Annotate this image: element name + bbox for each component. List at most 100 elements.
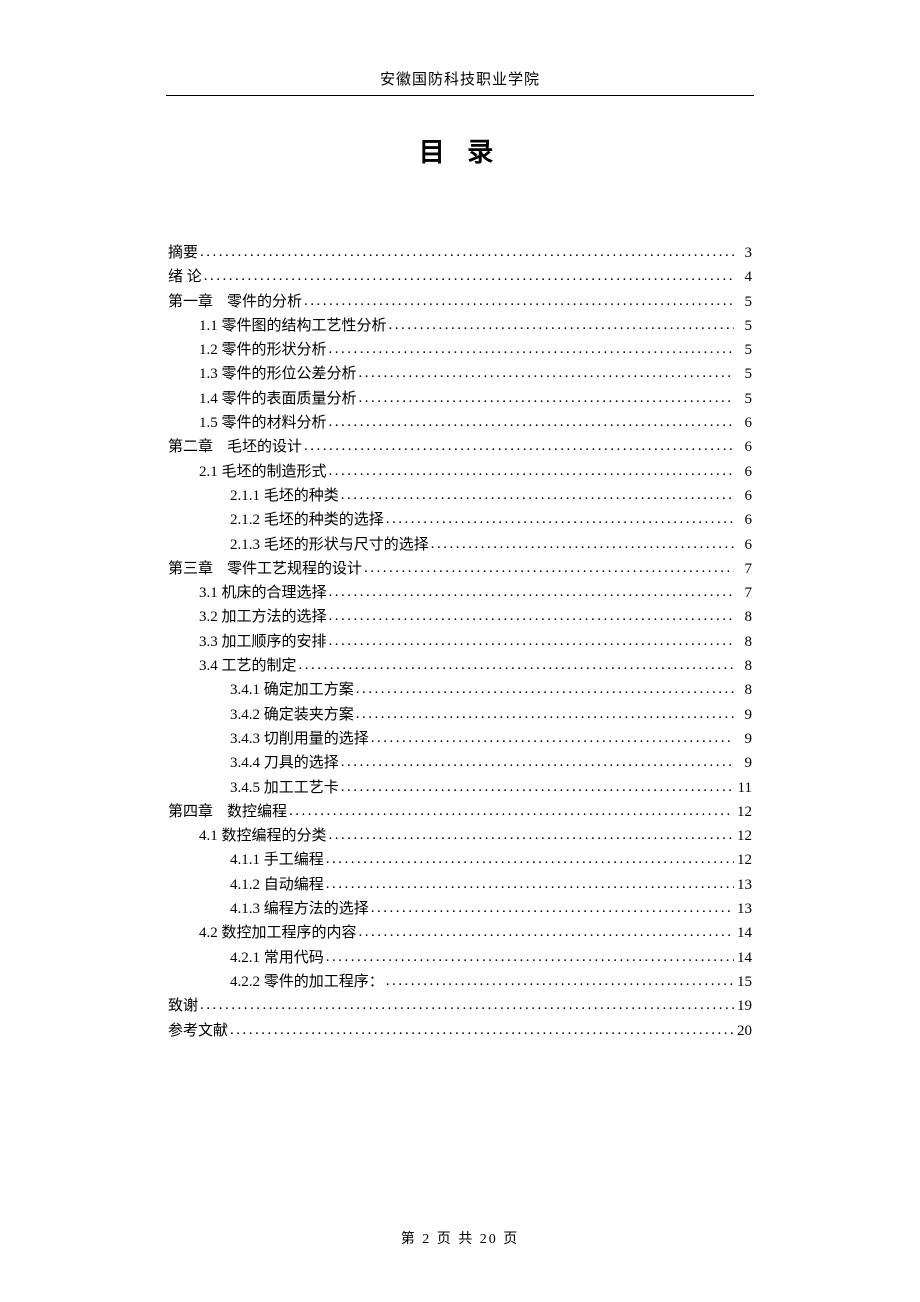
toc-entry: 4.1.2 自动编程 13 — [168, 873, 752, 897]
toc-page-number: 6 — [734, 460, 752, 484]
toc-entry: 4.1.1 手工编程 12 — [168, 848, 752, 872]
toc-page-number: 8 — [734, 605, 752, 629]
toc-entry: 2.1.2 毛坯的种类的选择 6 — [168, 508, 752, 532]
toc-leader-dots — [339, 483, 734, 507]
toc-entry: 1.2 零件的形状分析 5 — [168, 338, 752, 362]
toc-entry: 2.1.3 毛坯的形状与尺寸的选择6 — [168, 533, 752, 557]
toc-label: 3.3 加工顺序的安排 — [199, 630, 327, 654]
toc-entry: 4.1 数控编程的分类12 — [168, 824, 752, 848]
toc-label: 4.2.2 零件的加工程序： — [230, 970, 384, 994]
toc-entry: 2.1.1 毛坯的种类 6 — [168, 484, 752, 508]
toc-leader-dots — [357, 920, 734, 944]
toc-leader-dots — [327, 580, 734, 604]
toc-label: 1.3 零件的形位公差分析 — [199, 362, 357, 386]
toc-leader-dots — [369, 726, 734, 750]
toc-label: 3.4.3 切削用量的选择 — [230, 727, 369, 751]
toc-label: 摘要 — [168, 241, 198, 265]
toc-entry: 3.4.4 刀具的选择9 — [168, 751, 752, 775]
toc-page-number: 20 — [734, 1019, 752, 1043]
toc-leader-dots — [198, 240, 734, 264]
toc-label: 2.1.2 毛坯的种类的选择 — [230, 508, 384, 532]
toc-entry: 3.3 加工顺序的安排 8 — [168, 630, 752, 654]
toc-page-number: 11 — [734, 776, 752, 800]
toc-entry: 3.1 机床的合理选择7 — [168, 581, 752, 605]
toc-leader-dots — [324, 872, 734, 896]
table-of-contents: 摘要3绪 论4第一章零件的分析51.1 零件图的结构工艺性分析51.2 零件的形… — [168, 241, 752, 1043]
toc-leader-dots — [357, 361, 734, 385]
toc-label: 4.1.1 手工编程 — [230, 848, 324, 872]
toc-leader-dots — [327, 823, 734, 847]
toc-entry: 第四章数控编程 12 — [168, 800, 752, 824]
toc-entry: 绪 论4 — [168, 265, 752, 289]
toc-page-number: 4 — [734, 265, 752, 289]
toc-chapter-title: 毛坯的设计 — [227, 435, 302, 459]
toc-leader-dots — [384, 969, 734, 993]
toc-label: 1.5 零件的材料分析 — [199, 411, 327, 435]
toc-entry: 摘要 3 — [168, 241, 752, 265]
toc-entry: 2.1 毛坯的制造形式 6 — [168, 460, 752, 484]
toc-page-number: 12 — [734, 848, 752, 872]
toc-chapter-title: 零件工艺规程的设计 — [227, 557, 362, 581]
toc-entry: 3.4.3 切削用量的选择 9 — [168, 727, 752, 751]
toc-leader-dots — [297, 653, 734, 677]
toc-label: 致谢 — [168, 994, 198, 1018]
toc-entry: 4.2 数控加工程序的内容14 — [168, 921, 752, 945]
toc-entry: 1.4 零件的表面质量分析5 — [168, 387, 752, 411]
toc-label: 1.2 零件的形状分析 — [199, 338, 327, 362]
toc-entry: 3.4.1 确定加工方案8 — [168, 678, 752, 702]
toc-page-number: 6 — [734, 435, 752, 459]
header-rule — [166, 95, 754, 96]
toc-chapter-title: 数控编程 — [227, 800, 287, 824]
toc-entry: 参考文献 20 — [168, 1019, 752, 1043]
toc-page-number: 8 — [734, 630, 752, 654]
toc-page-number: 9 — [734, 727, 752, 751]
toc-page-number: 12 — [734, 800, 752, 824]
toc-label: 3.4.4 刀具的选择 — [230, 751, 339, 775]
toc-page-number: 5 — [734, 314, 752, 338]
toc-leader-dots — [198, 993, 734, 1017]
toc-entry: 3.4.5 加工工艺卡11 — [168, 776, 752, 800]
toc-label: 2.1.1 毛坯的种类 — [230, 484, 339, 508]
toc-page-number: 7 — [734, 581, 752, 605]
toc-leader-dots — [287, 799, 734, 823]
toc-label: 参考文献 — [168, 1019, 228, 1043]
toc-entry: 4.2.2 零件的加工程序： 15 — [168, 970, 752, 994]
toc-label: 1.1 零件图的结构工艺性分析 — [199, 314, 387, 338]
toc-leader-dots — [362, 556, 734, 580]
toc-entry: 致谢19 — [168, 994, 752, 1018]
toc-page-number: 15 — [734, 970, 752, 994]
toc-label: 4.1 数控编程的分类 — [199, 824, 327, 848]
toc-entry: 4.1.3 编程方法的选择 13 — [168, 897, 752, 921]
toc-label: 4.1.3 编程方法的选择 — [230, 897, 369, 921]
toc-leader-dots — [302, 434, 734, 458]
page-footer: 第 2 页 共 20 页 — [0, 1228, 920, 1248]
toc-chapter-title: 零件的分析 — [227, 290, 302, 314]
toc-leader-dots — [429, 532, 734, 556]
toc-page-number: 6 — [734, 508, 752, 532]
toc-leader-dots — [327, 629, 734, 653]
toc-page-number: 6 — [734, 484, 752, 508]
toc-entry: 第三章零件工艺规程的设计7 — [168, 557, 752, 581]
toc-label: 3.4.2 确定装夹方案 — [230, 703, 354, 727]
toc-entry: 1.5 零件的材料分析6 — [168, 411, 752, 435]
toc-page-number: 13 — [734, 897, 752, 921]
toc-label: 1.4 零件的表面质量分析 — [199, 387, 357, 411]
toc-page-number: 13 — [734, 873, 752, 897]
toc-page-number: 14 — [734, 921, 752, 945]
toc-leader-dots — [327, 410, 734, 434]
toc-leader-dots — [339, 775, 734, 799]
toc-leader-dots — [357, 386, 734, 410]
toc-label: 4.1.2 自动编程 — [230, 873, 324, 897]
toc-leader-dots — [369, 896, 734, 920]
toc-label: 2.1 毛坯的制造形式 — [199, 460, 327, 484]
toc-page-number: 5 — [734, 338, 752, 362]
toc-label: 第二章 — [168, 435, 213, 459]
toc-label: 3.4 工艺的制定 — [199, 654, 297, 678]
toc-label: 3.2 加工方法的选择 — [199, 605, 327, 629]
toc-label: 第四章 — [168, 800, 213, 824]
toc-page-number: 5 — [734, 362, 752, 386]
toc-page-number: 8 — [734, 678, 752, 702]
toc-page-number: 7 — [734, 557, 752, 581]
toc-page-number: 3 — [734, 241, 752, 265]
toc-leader-dots — [384, 507, 734, 531]
